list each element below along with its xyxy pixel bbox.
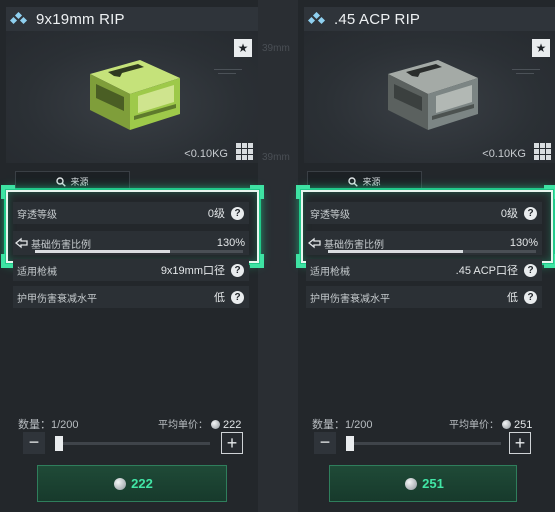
help-icon[interactable]: ?	[231, 206, 244, 220]
stat-row-base-damage: 基础伤害比例 130%	[13, 231, 249, 255]
stat-row-penetration: 穿透等级 0级 ?	[13, 202, 249, 224]
item-image-area: ★ <0.10KG	[6, 31, 258, 163]
stat-label: 护甲伤害衰减水平	[310, 293, 390, 305]
buy-button[interactable]: 222	[37, 465, 227, 502]
stat-row-applicable-gun: 适用枪械 .45 ACP口径 ?	[306, 259, 542, 281]
increase-quantity-button[interactable]: +	[509, 432, 531, 454]
source-button-label: 来源	[362, 177, 381, 187]
grid-size-icon	[534, 143, 551, 160]
item-weight: <0.10KG	[482, 148, 526, 160]
grid-size-icon	[236, 143, 253, 160]
stat-row-base-damage: 基础伤害比例 130%	[306, 231, 542, 255]
average-price-value: 222	[223, 419, 242, 431]
stat-label: 适用枪械	[310, 266, 350, 278]
ammo-box-image	[388, 60, 478, 130]
source-button-label: 来源	[70, 177, 89, 187]
quantity-slider-thumb[interactable]	[346, 436, 354, 451]
average-price-label: 平均单价：	[158, 420, 208, 431]
quantity-slider[interactable]	[346, 442, 501, 445]
decor-line	[512, 69, 540, 70]
stat-value: 0级	[500, 208, 518, 220]
favorite-star-button[interactable]: ★	[532, 39, 550, 57]
help-icon[interactable]: ?	[231, 263, 244, 277]
stat-row-applicable-gun: 适用枪械 9x19mm口径 ?	[13, 259, 249, 281]
stat-value: 0级	[207, 208, 225, 220]
frame-corner	[1, 185, 15, 199]
average-price: 平均单价： 222	[158, 416, 241, 431]
background-caliber-text: 39mm	[262, 43, 290, 54]
stat-value: 9x19mm口径	[160, 265, 225, 277]
stat-label: 护甲伤害衰减水平	[17, 293, 97, 305]
buy-price: 222	[131, 476, 153, 491]
item-weight: <0.10KG	[184, 148, 228, 160]
stat-value: .45 ACP口径	[455, 265, 518, 277]
average-price-value: 251	[514, 419, 533, 431]
stat-label: 基础伤害比例	[324, 239, 384, 251]
search-icon	[56, 176, 67, 187]
item-panel-45acp: .45 ACP RIP ★ <0.10KG 来源 穿透等级 0级 ? 基础伤害比…	[296, 0, 555, 512]
source-button[interactable]: 来源	[307, 171, 422, 192]
damage-icon	[15, 237, 28, 249]
diamonds-icon	[10, 12, 28, 25]
coin-icon	[114, 477, 127, 490]
quantity-label: 数量：1/200	[18, 419, 79, 431]
damage-bar-fill	[328, 250, 464, 253]
stat-label: 穿透等级	[310, 209, 350, 221]
decor-line	[214, 69, 242, 70]
help-icon[interactable]: ?	[524, 290, 537, 304]
decrease-quantity-button[interactable]: −	[23, 432, 45, 454]
frame-corner	[296, 185, 310, 199]
search-icon	[348, 176, 359, 187]
ammo-box-image	[90, 60, 180, 130]
background-caliber-text: 39mm	[262, 152, 290, 163]
buy-button[interactable]: 251	[329, 465, 517, 502]
coin-icon	[211, 420, 220, 429]
source-button[interactable]: 来源	[15, 171, 130, 192]
stat-row-penetration: 穿透等级 0级 ?	[306, 202, 542, 224]
damage-bar-fill	[35, 250, 171, 253]
favorite-star-button[interactable]: ★	[234, 39, 252, 57]
damage-bar	[35, 250, 243, 253]
damage-icon	[308, 237, 321, 249]
frame-corner	[544, 254, 555, 268]
average-price: 平均单价： 251	[449, 416, 532, 431]
frame-corner	[250, 185, 264, 199]
diamonds-icon	[308, 12, 326, 25]
frame-corner	[544, 185, 555, 199]
stat-value: 低	[214, 292, 225, 304]
stat-label: 穿透等级	[17, 209, 57, 221]
decor-line	[218, 73, 236, 74]
item-image-area: ★ <0.10KG	[304, 31, 555, 163]
frame-corner	[250, 254, 264, 268]
help-icon[interactable]: ?	[524, 206, 537, 220]
decor-line	[516, 73, 534, 74]
decrease-quantity-button[interactable]: −	[314, 432, 336, 454]
stat-value: 130%	[509, 237, 538, 249]
damage-bar	[328, 250, 536, 253]
buy-price: 251	[422, 476, 444, 491]
quantity-slider[interactable]	[55, 442, 210, 445]
background-strip	[258, 0, 298, 512]
stat-row-armor-damage: 护甲伤害衰减水平 低 ?	[13, 286, 249, 308]
average-price-label: 平均单价：	[449, 420, 499, 431]
increase-quantity-button[interactable]: +	[221, 432, 243, 454]
item-title-bar: 9x19mm RIP	[6, 7, 258, 31]
stat-value: 低	[507, 292, 518, 304]
stat-row-armor-damage: 护甲伤害衰减水平 低 ?	[306, 286, 542, 308]
coin-icon	[405, 477, 418, 490]
stat-label: 适用枪械	[17, 266, 57, 278]
stat-value: 130%	[216, 237, 245, 249]
item-panel-9x19: 9x19mm RIP ★ <0.10KG 来源 穿透等级 0级 ? 基础伤害比例…	[0, 0, 264, 512]
item-title: .45 ACP RIP	[334, 10, 421, 28]
quantity-slider-thumb[interactable]	[55, 436, 63, 451]
coin-icon	[502, 420, 511, 429]
item-title-bar: .45 ACP RIP	[304, 7, 555, 31]
quantity-label: 数量：1/200	[312, 419, 373, 431]
item-title: 9x19mm RIP	[36, 10, 125, 28]
stat-label: 基础伤害比例	[31, 239, 91, 251]
help-icon[interactable]: ?	[231, 290, 244, 304]
help-icon[interactable]: ?	[524, 263, 537, 277]
